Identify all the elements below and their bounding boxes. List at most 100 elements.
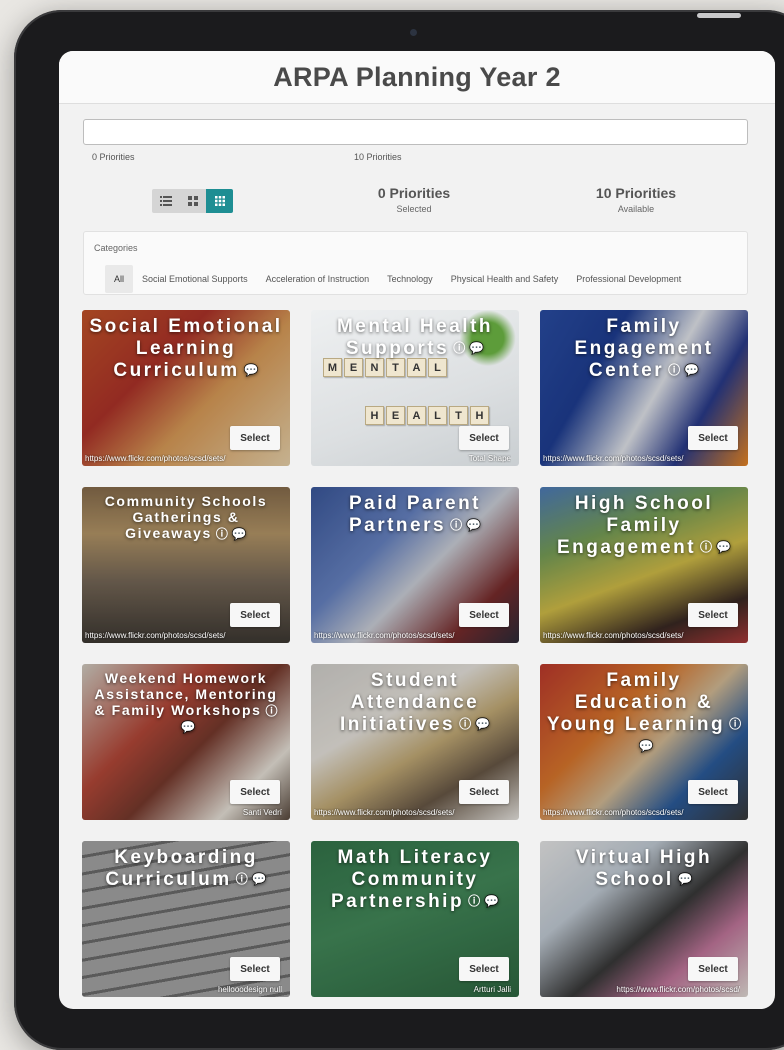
- scrabble-tile: H: [365, 406, 384, 425]
- priority-card[interactable]: Family Education & Young Learning ⓘ 💬 Sele…: [540, 664, 748, 820]
- comment-icon[interactable]: 💬: [639, 739, 654, 754]
- priority-card[interactable]: MENTAL HEALTH Mental Health Supports ⓘ 💬 S…: [311, 310, 519, 466]
- scrabble-tile: E: [386, 406, 405, 425]
- comment-icon[interactable]: 💬: [484, 894, 499, 909]
- scrabble-tiles-mental: MENTAL: [323, 358, 447, 377]
- priority-card[interactable]: Student Attendance Initiatives ⓘ 💬 Select …: [311, 664, 519, 820]
- available-count: 10 Priorities: [595, 185, 677, 201]
- card-title-wrap: Student Attendance Initiatives ⓘ 💬: [317, 670, 513, 736]
- comment-icon[interactable]: 💬: [232, 527, 247, 542]
- scrabble-tiles-health: HEALTH: [365, 406, 489, 425]
- progress-max-label: 10 Priorities: [354, 152, 402, 162]
- category-tab-physical-health[interactable]: Physical Health and Safety: [442, 265, 568, 293]
- selected-label: Selected: [396, 204, 432, 214]
- info-icon[interactable]: ⓘ: [668, 363, 680, 378]
- photo-credit: https://www.flickr.com/photos/scsd/sets/: [543, 631, 684, 640]
- priorities-progress-bar: [83, 119, 748, 145]
- progress-min-label: 0 Priorities: [92, 152, 135, 162]
- category-tab-professional-dev[interactable]: Professional Development: [567, 265, 690, 293]
- card-title-wrap: Paid Parent Partners ⓘ 💬: [317, 493, 513, 537]
- available-label: Available: [617, 204, 655, 214]
- info-icon[interactable]: ⓘ: [236, 872, 248, 887]
- card-title-wrap: High School Family Engagement ⓘ 💬: [546, 493, 742, 559]
- comment-icon[interactable]: 💬: [684, 363, 699, 378]
- front-camera: [410, 29, 417, 36]
- photo-credit: Artturi Jalli: [473, 985, 511, 994]
- card-title-wrap: Math Literacy Community Partnership ⓘ 💬: [317, 847, 513, 913]
- select-button[interactable]: Select: [688, 603, 738, 627]
- select-button[interactable]: Select: [688, 957, 738, 981]
- categories-panel: Categories All Social Emotional Supports…: [83, 231, 748, 295]
- info-icon[interactable]: ⓘ: [700, 540, 712, 555]
- select-button[interactable]: Select: [688, 426, 738, 450]
- card-title: Family Education & Young Learning: [546, 670, 726, 736]
- priority-card[interactable]: Keyboarding Curriculum ⓘ 💬 Select helloood…: [82, 841, 290, 997]
- card-title-wrap: Social Emotional Learning Curriculum 💬: [88, 316, 284, 382]
- comment-icon[interactable]: 💬: [716, 540, 731, 555]
- scrabble-tile: E: [344, 358, 363, 377]
- priority-card[interactable]: Weekend Homework Assistance, Mentoring &…: [82, 664, 290, 820]
- card-title: High School Family Engagement: [557, 493, 714, 559]
- photo-credit: https://www.flickr.com/photos/scsd/: [616, 985, 740, 994]
- info-icon[interactable]: ⓘ: [450, 518, 462, 533]
- info-icon[interactable]: ⓘ: [459, 717, 471, 732]
- grid-view-button[interactable]: [179, 189, 206, 213]
- page-title: ARPA Planning Year 2: [273, 61, 561, 92]
- info-icon[interactable]: ⓘ: [266, 704, 278, 719]
- card-title-wrap: Keyboarding Curriculum ⓘ 💬: [88, 847, 284, 891]
- scrabble-tile: H: [470, 406, 489, 425]
- comment-icon[interactable]: 💬: [244, 363, 259, 378]
- card-title-wrap: Mental Health Supports ⓘ 💬: [317, 316, 513, 360]
- comment-icon[interactable]: 💬: [469, 341, 484, 356]
- comment-icon[interactable]: 💬: [475, 717, 490, 732]
- scrabble-tile: T: [386, 358, 405, 377]
- photo-credit: https://www.flickr.com/photos/scsd/sets/: [543, 454, 684, 463]
- select-button[interactable]: Select: [459, 426, 509, 450]
- info-icon[interactable]: ⓘ: [729, 717, 741, 732]
- card-title-wrap: Community Schools Gatherings & Giveaways…: [88, 493, 284, 542]
- select-button[interactable]: Select: [459, 603, 509, 627]
- title-bar: ARPA Planning Year 2: [59, 51, 775, 104]
- select-button[interactable]: Select: [459, 957, 509, 981]
- priority-card[interactable]: Social Emotional Learning Curriculum 💬 Se…: [82, 310, 290, 466]
- priority-card[interactable]: Math Literacy Community Partnership ⓘ 💬 Se…: [311, 841, 519, 997]
- priority-card[interactable]: Community Schools Gatherings & Giveaways…: [82, 487, 290, 643]
- list-view-button[interactable]: [152, 189, 179, 213]
- scrabble-tile: A: [407, 406, 426, 425]
- available-stat: 10 Priorities Available: [566, 185, 706, 214]
- category-tabs: All Social Emotional Supports Accelerati…: [105, 265, 690, 293]
- category-tab-acceleration[interactable]: Acceleration of Instruction: [257, 265, 379, 293]
- card-title-wrap: Family Education & Young Learning ⓘ 💬: [546, 670, 742, 758]
- tile-view-button[interactable]: [206, 189, 233, 213]
- comment-icon[interactable]: 💬: [181, 720, 196, 735]
- category-tab-social-emotional[interactable]: Social Emotional Supports: [133, 265, 257, 293]
- category-tab-technology[interactable]: Technology: [378, 265, 442, 293]
- card-title: Weekend Homework Assistance, Mentoring &…: [94, 670, 278, 719]
- info-icon[interactable]: ⓘ: [453, 341, 465, 356]
- comment-icon[interactable]: 💬: [252, 872, 267, 887]
- info-icon[interactable]: ⓘ: [468, 894, 480, 909]
- priority-card[interactable]: Virtual High School 💬 Select https://www.…: [540, 841, 748, 997]
- grid-view-icon: [187, 196, 198, 206]
- photo-credit: https://www.flickr.com/photos/scsd/sets/: [314, 631, 455, 640]
- select-button[interactable]: Select: [230, 957, 280, 981]
- priority-card[interactable]: Paid Parent Partners ⓘ 💬 Select https://ww…: [311, 487, 519, 643]
- photo-credit: Santi Vedrí: [242, 808, 282, 817]
- list-view-icon: [159, 196, 172, 206]
- scrabble-tile: L: [428, 406, 447, 425]
- select-button[interactable]: Select: [230, 780, 280, 804]
- comment-icon[interactable]: 💬: [466, 518, 481, 533]
- select-button[interactable]: Select: [230, 603, 280, 627]
- photo-credit: https://www.flickr.com/photos/scsd/sets/: [314, 808, 455, 817]
- select-button[interactable]: Select: [230, 426, 280, 450]
- priority-card[interactable]: High School Family Engagement ⓘ 💬 Select h…: [540, 487, 748, 643]
- photo-credit: https://www.flickr.com/photos/scsd/sets/: [85, 631, 226, 640]
- card-title-wrap: Virtual High School 💬: [546, 847, 742, 891]
- select-button[interactable]: Select: [688, 780, 738, 804]
- photo-credit: Total Shape: [468, 454, 511, 463]
- select-button[interactable]: Select: [459, 780, 509, 804]
- category-tab-all[interactable]: All: [105, 265, 134, 293]
- priority-card[interactable]: Family Engagement Center ⓘ 💬 Select https:…: [540, 310, 748, 466]
- comment-icon[interactable]: 💬: [678, 872, 693, 887]
- info-icon[interactable]: ⓘ: [216, 527, 228, 542]
